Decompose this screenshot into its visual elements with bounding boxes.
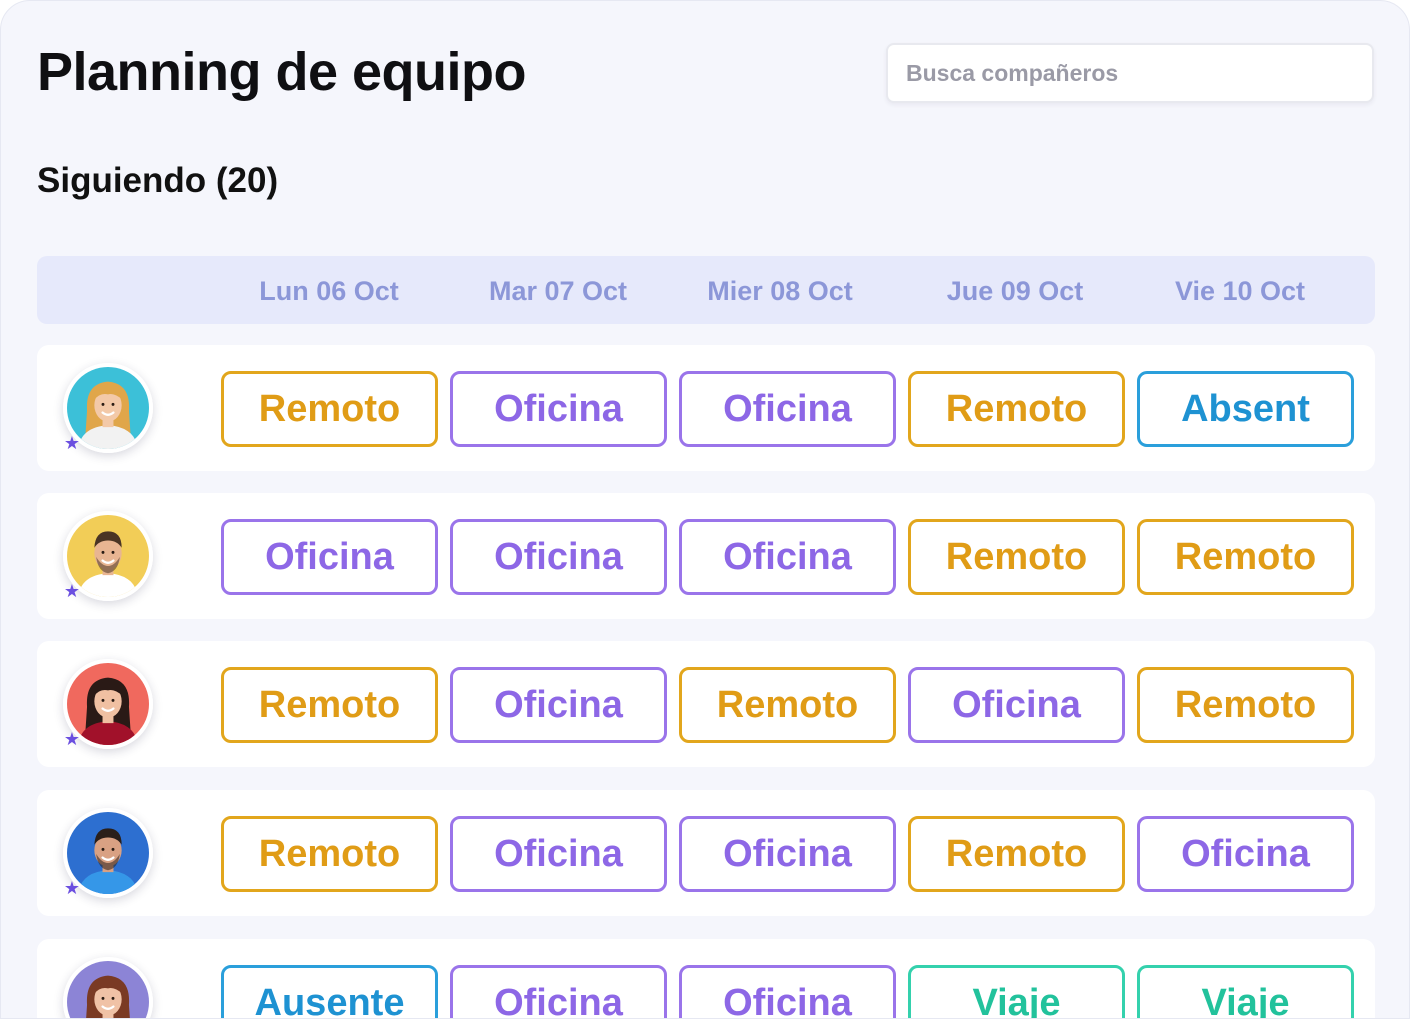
status-chip-oficina[interactable]: Oficina	[679, 816, 896, 892]
status-chip-viaje[interactable]: Viaje	[908, 965, 1125, 1018]
status-chip-remoto[interactable]: Remoto	[908, 371, 1125, 447]
status-chip-oficina[interactable]: Oficina	[450, 965, 667, 1018]
following-count: Siguiendo (20)	[37, 161, 279, 200]
star-icon: ★	[63, 729, 81, 749]
status-chip-remoto[interactable]: Remoto	[1137, 519, 1354, 595]
page-title: Planning de equipo	[37, 42, 527, 102]
star-icon: ★	[63, 581, 81, 601]
status-chip-remoto[interactable]: Remoto	[221, 667, 438, 743]
date-column-header: Mar 07 Oct	[488, 276, 628, 306]
star-icon: ★	[63, 878, 81, 898]
date-column-header: Mier 08 Oct	[707, 276, 853, 306]
status-chip-remoto[interactable]: Remoto	[1137, 667, 1354, 743]
team-member-row: ★AusenteOficinaOficinaViajeViaje	[37, 939, 1375, 1018]
status-chip-absent[interactable]: Absent	[1137, 371, 1354, 447]
team-member-row: ★ Remoto Oficina Oficina Remoto Oficina	[37, 790, 1375, 916]
status-chip-oficina[interactable]: Oficina	[450, 667, 667, 743]
status-chip-absent[interactable]: Ausente	[221, 965, 438, 1018]
status-chip-oficina[interactable]: Oficina	[679, 371, 896, 447]
status-chip-remoto[interactable]: Remoto	[221, 816, 438, 892]
status-chip-oficina[interactable]: Oficina	[679, 965, 896, 1018]
status-chip-oficina[interactable]: Oficina	[1137, 816, 1354, 892]
status-chip-viaje[interactable]: Viaje	[1137, 965, 1354, 1018]
status-chip-oficina[interactable]: Oficina	[450, 816, 667, 892]
star-icon: ★	[63, 433, 81, 453]
dates-header: Lun 06 Oct Mar 07 Oct Mier 08 Oct Jue 09…	[37, 256, 1375, 324]
team-member-row: ★ Remoto Oficina Remoto Oficina Remoto	[37, 641, 1375, 767]
date-column-header: Vie 10 Oct	[1174, 276, 1306, 306]
team-planning-panel: Planning de equipo Siguiendo (20) Lun 06…	[0, 0, 1410, 1019]
status-chip-remoto[interactable]: Remoto	[221, 371, 438, 447]
date-column-header: Jue 09 Oct	[946, 276, 1084, 306]
status-chip-oficina[interactable]: Oficina	[679, 519, 896, 595]
team-member-row: ★ Remoto Oficina Oficina Remoto Absent	[37, 345, 1375, 471]
status-chip-oficina[interactable]: Oficina	[908, 667, 1125, 743]
date-column-header: Lun 06 Oct	[259, 276, 399, 306]
search-input[interactable]	[886, 43, 1374, 103]
status-chip-remoto[interactable]: Remoto	[908, 816, 1125, 892]
avatar[interactable]	[63, 957, 153, 1018]
status-chip-oficina[interactable]: Oficina	[450, 371, 667, 447]
status-chip-remoto[interactable]: Remoto	[908, 519, 1125, 595]
status-chip-remoto[interactable]: Remoto	[679, 667, 896, 743]
status-chip-oficina[interactable]: Oficina	[221, 519, 438, 595]
status-chip-oficina[interactable]: Oficina	[450, 519, 667, 595]
team-member-row: ★ Oficina Oficina Oficina Remoto Remoto	[37, 493, 1375, 619]
